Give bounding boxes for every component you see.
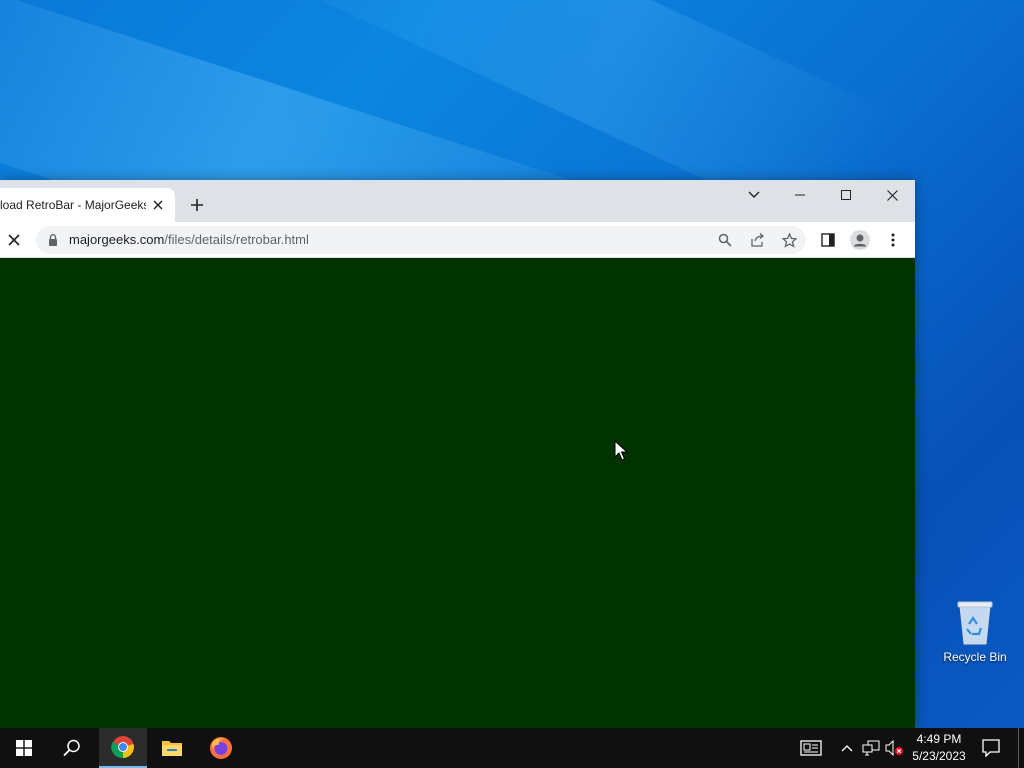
start-button[interactable] (0, 728, 48, 768)
action-center-icon[interactable] (981, 738, 1001, 758)
file-explorer-icon (162, 741, 182, 756)
taskbar-firefox-button[interactable] (197, 728, 245, 768)
lock-icon[interactable] (46, 233, 60, 247)
recycle-bin-icon (957, 601, 993, 645)
news-widget-icon[interactable] (799, 738, 823, 758)
show-hidden-icons-chevron-icon[interactable] (837, 738, 857, 758)
network-icon[interactable] (861, 738, 881, 758)
tab-strip: load RetroBar - MajorGeeks (0, 180, 915, 222)
clock-time: 4:49 PM (916, 732, 962, 746)
maximize-button[interactable] (823, 180, 869, 210)
new-tab-button[interactable] (185, 193, 209, 217)
taskbar-chrome-button[interactable] (99, 728, 147, 768)
address-bar[interactable]: majorgeeks.com/files/details/retrobar.ht… (36, 226, 806, 254)
tab-title: load RetroBar - MajorGeeks (0, 198, 146, 212)
close-window-button[interactable] (869, 180, 915, 210)
menu-kebab-icon[interactable] (881, 228, 905, 252)
recycle-bin-shortcut[interactable]: Recycle Bin (940, 600, 1010, 672)
taskbar: 4:49 PM 5/23/2023 (0, 728, 1024, 768)
taskbar-search-button[interactable] (48, 728, 96, 768)
profile-avatar-icon[interactable] (848, 228, 872, 252)
mouse-cursor (614, 440, 628, 461)
browser-window: load RetroBar - MajorGeeks majorgeeks.co… (0, 180, 915, 728)
recycle-bin-label: Recycle Bin (943, 650, 1007, 664)
system-clock[interactable]: 4:49 PM 5/23/2023 (906, 731, 972, 765)
share-icon[interactable] (747, 230, 767, 250)
volume-muted-icon[interactable] (885, 738, 905, 758)
tab-search-button[interactable] (731, 180, 777, 210)
clock-date: 5/23/2023 (912, 749, 966, 763)
stop-loading-button[interactable] (2, 228, 26, 252)
minimize-button[interactable] (777, 180, 823, 210)
page-content[interactable] (0, 258, 915, 728)
browser-tab[interactable]: load RetroBar - MajorGeeks (0, 188, 175, 222)
search-icon (63, 739, 80, 757)
firefox-icon (210, 737, 232, 759)
windows-logo-icon (16, 740, 32, 756)
close-icon[interactable] (149, 196, 167, 214)
chrome-icon (111, 736, 134, 759)
url-text: majorgeeks.com/files/details/retrobar.ht… (69, 232, 309, 247)
side-panel-icon[interactable] (816, 228, 840, 252)
browser-toolbar: majorgeeks.com/files/details/retrobar.ht… (0, 222, 915, 258)
search-icon[interactable] (715, 230, 735, 250)
taskbar-file-explorer-button[interactable] (148, 728, 196, 768)
bookmark-star-icon[interactable] (779, 230, 799, 250)
show-desktop-button[interactable] (1018, 728, 1024, 768)
